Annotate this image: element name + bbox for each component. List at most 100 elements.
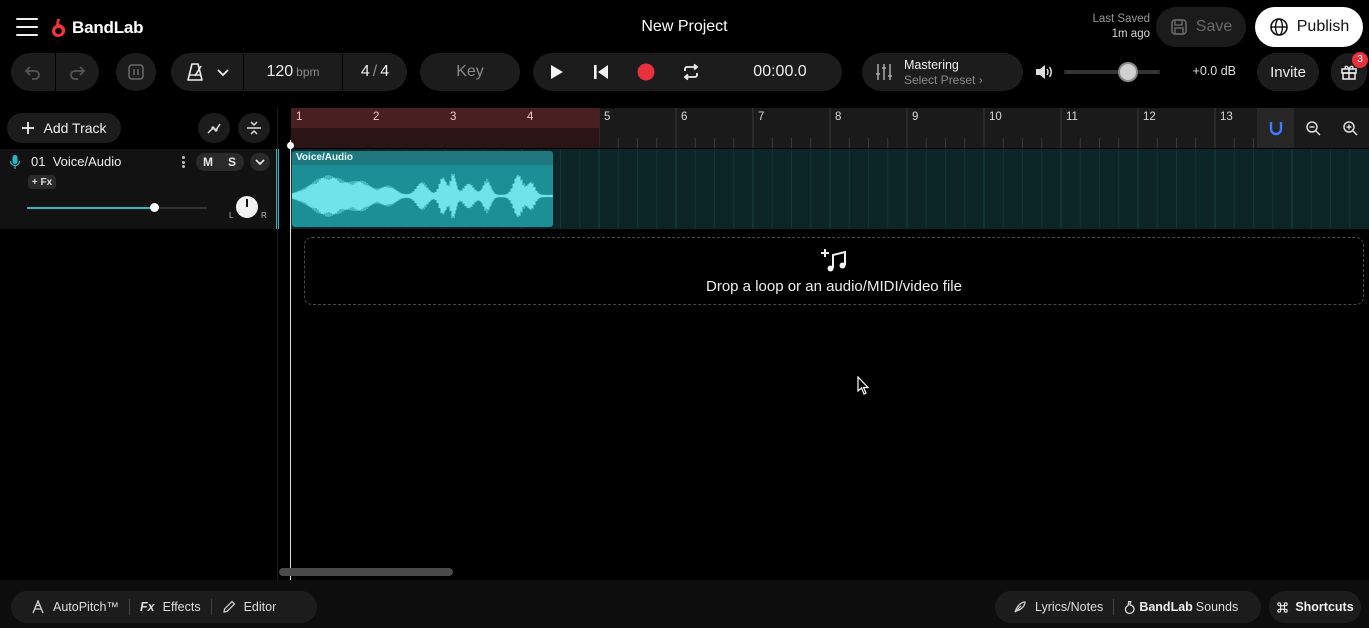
zoom-out-icon	[1305, 121, 1321, 136]
bandlab-sounds-button[interactable]: BandLab Sounds	[1114, 591, 1248, 623]
autopitch-button[interactable]: AutoPitch™	[21, 591, 129, 623]
zoom-out-button[interactable]	[1294, 108, 1331, 148]
plus-icon	[22, 122, 35, 134]
speaker-icon[interactable]	[1034, 62, 1054, 82]
chevron-down-icon[interactable]	[216, 65, 230, 79]
pan-left-label: L	[229, 211, 234, 220]
view-toggle-button[interactable]	[116, 53, 156, 91]
publish-label: Publish	[1296, 18, 1350, 35]
clip-label: Voice/Audio	[292, 151, 553, 165]
master-volume-slider[interactable]	[1064, 70, 1160, 74]
autopitch-icon	[32, 600, 44, 614]
drop-zone[interactable]: Drop a loop or an audio/MIDI/video file	[304, 237, 1364, 305]
shortcuts-button[interactable]: Shortcuts	[1269, 591, 1361, 623]
add-fx-button[interactable]: + Fx	[28, 175, 56, 189]
pan-knob[interactable]	[236, 196, 258, 218]
panel-divider[interactable]	[277, 108, 278, 580]
playhead[interactable]	[290, 140, 291, 580]
track-name-label: Voice/Audio	[52, 154, 122, 169]
last-saved-label: Last Saved	[1092, 13, 1150, 25]
collapse-tracks-button[interactable]	[238, 113, 270, 143]
timesig-slash: /	[372, 63, 378, 80]
globe-icon	[1269, 18, 1288, 36]
play-button[interactable]	[533, 53, 578, 91]
audio-clip[interactable]: Voice/Audio	[292, 151, 553, 227]
play-icon	[550, 65, 563, 79]
track-name[interactable]: 01 Voice/Audio	[31, 154, 121, 169]
timecode-display[interactable]: 00:00.0	[718, 53, 842, 91]
pan-right-label: R	[261, 211, 267, 220]
time-signature-field[interactable]: 4/4	[343, 63, 407, 81]
mastering-labels: Mastering Select Preset ›	[904, 58, 983, 87]
track-expand-button[interactable]	[250, 153, 270, 171]
timeline-tools	[1257, 108, 1369, 148]
editor-button[interactable]: Editor	[212, 591, 287, 623]
automation-icon	[207, 123, 221, 134]
sliders-icon	[876, 64, 892, 80]
extras-group: Lyrics/Notes BandLab Sounds	[995, 591, 1261, 623]
mute-button[interactable]: M	[196, 153, 220, 171]
effects-button[interactable]: Fx Effects	[130, 591, 211, 623]
snap-button[interactable]	[1257, 108, 1294, 148]
bandlab-logo[interactable]: BandLab	[50, 16, 144, 40]
chevron-down-icon	[255, 159, 265, 166]
save-label: Save	[1195, 18, 1233, 35]
magnet-icon	[1269, 122, 1282, 136]
undo-icon	[24, 66, 40, 80]
playhead-handle[interactable]	[287, 142, 294, 149]
save-icon	[1170, 19, 1187, 35]
lyrics-notes-button[interactable]: Lyrics/Notes	[1003, 591, 1113, 623]
zoom-in-icon	[1342, 121, 1358, 136]
hamburger-icon[interactable]	[16, 18, 38, 36]
save-button[interactable]: Save	[1156, 7, 1246, 47]
mastering-preset: Select Preset ›	[904, 72, 983, 87]
transport-controls	[533, 53, 741, 91]
bpm-field[interactable]: 120 bpm	[244, 63, 342, 81]
master-volume-knob[interactable]	[1118, 62, 1139, 82]
waveform	[292, 173, 553, 219]
effects-label: Effects	[162, 600, 201, 614]
redo-icon	[70, 66, 86, 80]
sounds-label: Sounds	[1195, 600, 1239, 614]
drop-zone-text: Drop a loop or an audio/MIDI/video file	[706, 277, 962, 295]
skip-back-icon	[593, 65, 608, 79]
notification-badge: 3	[1352, 52, 1368, 68]
mouse-cursor-icon	[857, 376, 870, 395]
redo-button[interactable]	[55, 53, 99, 91]
bpm-value: 120	[266, 63, 294, 80]
editor-label: Editor	[243, 600, 277, 614]
chevron-right-icon: ›	[978, 72, 983, 87]
loop-icon	[683, 63, 698, 81]
microphone-icon	[9, 155, 21, 169]
lyrics-notes-label: Lyrics/Notes	[1035, 600, 1104, 614]
autopitch-label: AutoPitch™	[53, 600, 120, 614]
add-music-icon	[821, 248, 846, 271]
track-number: 01	[31, 154, 46, 169]
db-readout: +0.0 dB	[1192, 64, 1236, 78]
command-key-icon	[1277, 601, 1288, 613]
tempo-group: 120 bpm 4/4	[171, 53, 407, 91]
horizontal-scrollbar[interactable]	[279, 568, 453, 576]
sounds-brand: BandLab	[1139, 600, 1193, 614]
invite-button[interactable]: Invite	[1257, 53, 1319, 91]
key-button[interactable]: Key	[420, 53, 520, 91]
bpm-unit: bpm	[296, 65, 320, 79]
add-track-button[interactable]: Add Track	[7, 113, 121, 143]
solo-button[interactable]: S	[220, 153, 244, 171]
track-volume-fill	[27, 207, 155, 209]
automation-button[interactable]	[198, 113, 230, 143]
zoom-in-button[interactable]	[1331, 108, 1368, 148]
skip-back-button[interactable]	[578, 53, 623, 91]
loop-region[interactable]	[291, 108, 599, 128]
publish-button[interactable]: Publish	[1255, 7, 1363, 47]
track-options-icon[interactable]	[178, 154, 188, 170]
last-saved-ago: 1m ago	[1111, 28, 1150, 40]
mastering-button[interactable]: Mastering Select Preset ›	[862, 53, 1023, 91]
bandlab-logo-icon	[1125, 600, 1136, 614]
undo-button[interactable]	[11, 53, 55, 91]
record-button[interactable]	[623, 53, 668, 91]
undo-redo-group	[11, 53, 99, 91]
loop-button[interactable]	[668, 53, 713, 91]
loop-region-lower	[291, 128, 599, 148]
metronome-button[interactable]	[171, 53, 243, 91]
